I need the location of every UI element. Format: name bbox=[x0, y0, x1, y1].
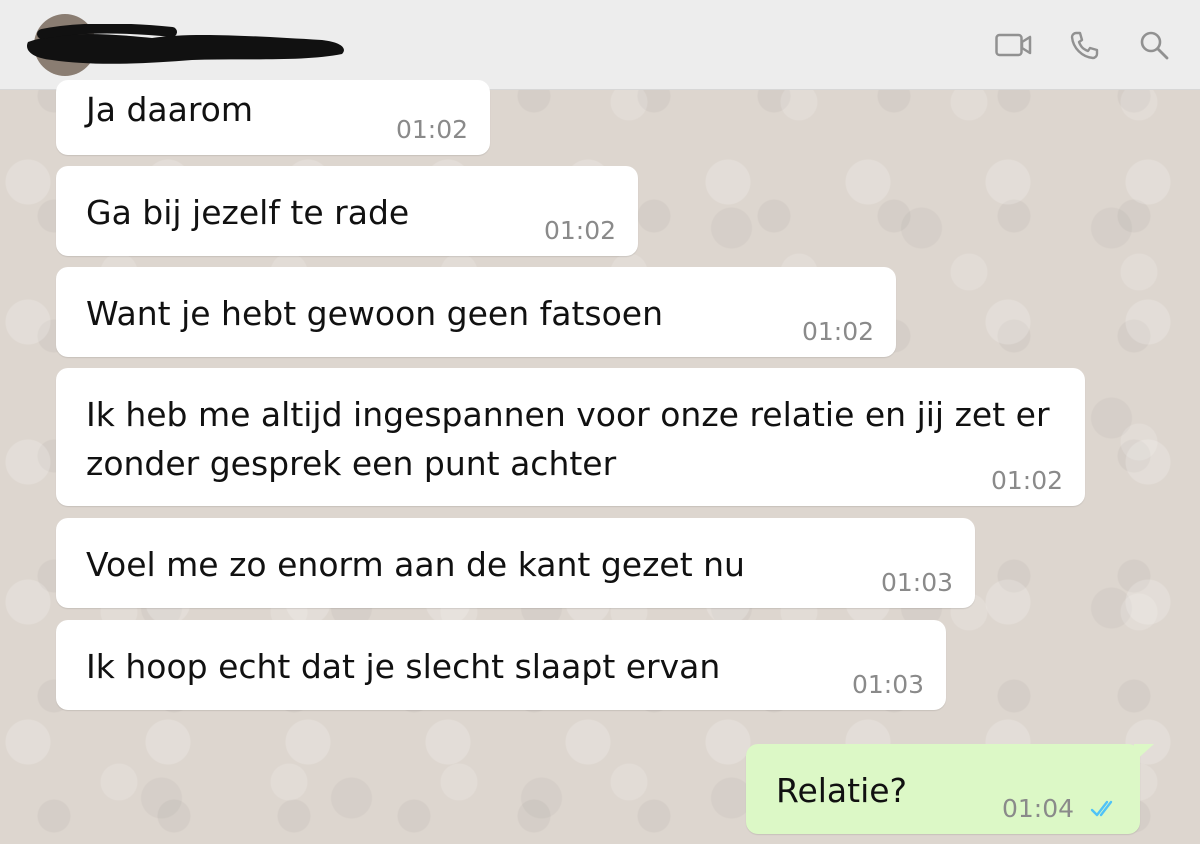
message-text: Voel me zo enorm aan de kant gezet nu bbox=[86, 545, 745, 584]
message-text: Ga bij jezelf te rade bbox=[86, 193, 410, 232]
message-bubble-incoming[interactable]: Want je hebt gewoon geen fatsoen 01:02 bbox=[56, 267, 896, 357]
message-timestamp: 01:02 bbox=[990, 466, 1063, 495]
message-bubble-incoming[interactable]: Ja daarom 01:02 bbox=[56, 80, 490, 155]
message-bubble-outgoing[interactable]: Relatie? 01:04 bbox=[746, 744, 1154, 834]
message-text: Ik hoop echt dat je slecht slaapt ervan bbox=[86, 647, 721, 686]
message-bubble-incoming[interactable]: Voel me zo enorm aan de kant gezet nu 01… bbox=[56, 518, 975, 608]
search-icon[interactable] bbox=[1134, 28, 1174, 62]
video-call-icon[interactable] bbox=[994, 28, 1034, 62]
chat-header bbox=[0, 0, 1200, 90]
redacted-contact-name bbox=[27, 24, 344, 64]
message-bubble-incoming[interactable]: Ik hoop echt dat je slecht slaapt ervan … bbox=[56, 620, 946, 710]
message-timestamp: 01:03 bbox=[880, 568, 953, 597]
message-text-line-1: Ik heb me altijd ingespannen voor onze r… bbox=[86, 395, 1050, 434]
message-text: Want je hebt gewoon geen fatsoen bbox=[86, 294, 664, 333]
message-timestamp: 01:02 bbox=[395, 115, 468, 144]
message-bubble-incoming[interactable]: Ga bij jezelf te rade 01:02 bbox=[56, 166, 638, 256]
message-timestamp: 01:02 bbox=[543, 216, 616, 245]
message-text: Relatie? bbox=[776, 771, 908, 810]
message-text-line-2: zonder gesprek een punt achter bbox=[86, 444, 617, 483]
bubble-tail bbox=[1134, 744, 1154, 762]
message-timestamp: 01:03 bbox=[851, 670, 924, 699]
message-timestamp: 01:04 bbox=[1001, 794, 1074, 823]
voice-call-icon[interactable] bbox=[1064, 28, 1104, 62]
message-timestamp: 01:02 bbox=[801, 317, 874, 346]
read-receipt-double-check-icon bbox=[1090, 800, 1113, 817]
message-text: Ja daarom bbox=[86, 90, 254, 129]
message-bubble-incoming[interactable]: Ik heb me altijd ingespannen voor onze r… bbox=[56, 368, 1085, 506]
